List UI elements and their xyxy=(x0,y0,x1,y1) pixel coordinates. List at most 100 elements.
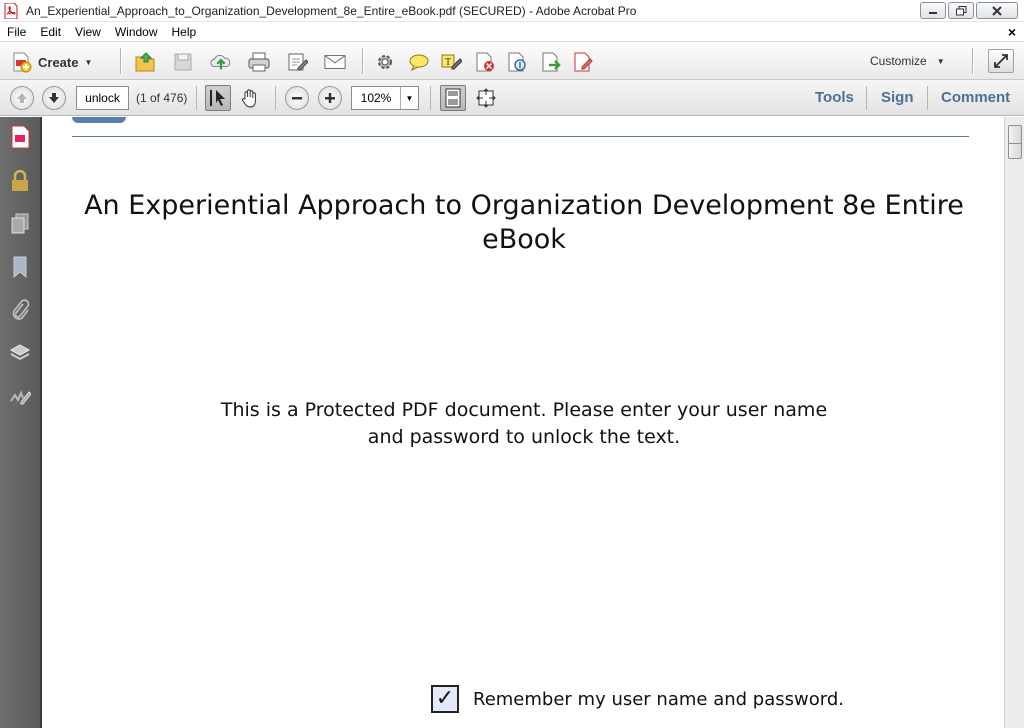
export-button[interactable] xyxy=(540,51,562,73)
protection-message-line-2: and password to unlock the text. xyxy=(367,426,681,448)
sign-icon xyxy=(574,52,593,72)
next-page-button[interactable] xyxy=(42,86,66,110)
save-icon xyxy=(174,53,192,71)
menu-window[interactable]: Window xyxy=(108,25,165,39)
settings-icon xyxy=(378,55,392,69)
export-icon xyxy=(542,52,561,72)
main-toolbar: Create ▼ T Customize ▼ xyxy=(0,42,1024,80)
highlight-icon: T xyxy=(441,54,462,70)
delete-icon xyxy=(476,52,494,72)
fit-width-button[interactable] xyxy=(473,85,499,111)
attach-button[interactable] xyxy=(506,51,528,73)
edit-button[interactable] xyxy=(286,51,308,73)
pdf-portfolio-button[interactable] xyxy=(8,125,32,149)
highlight-button[interactable]: T xyxy=(440,51,462,73)
security-button[interactable] xyxy=(8,169,32,193)
customize-label: Customize xyxy=(870,54,927,68)
menu-help[interactable]: Help xyxy=(165,25,204,39)
attach-icon xyxy=(508,52,526,72)
fullscreen-button[interactable] xyxy=(988,49,1014,73)
create-label: Create xyxy=(38,54,79,70)
cloud-upload-icon xyxy=(210,54,231,70)
print-icon xyxy=(248,52,270,72)
fit-page-icon xyxy=(445,88,461,108)
tools-pane-link[interactable]: Tools xyxy=(815,89,854,106)
close-document-icon[interactable]: × xyxy=(1008,24,1016,40)
remember-checkbox[interactable]: ✓ xyxy=(431,685,459,713)
hand-icon xyxy=(241,89,256,108)
document-page: An Experiential Approach to Organization… xyxy=(44,117,1004,728)
edit-icon xyxy=(288,53,308,71)
protection-message: This is a Protected PDF document. Please… xyxy=(44,397,1004,451)
zoom-select[interactable]: 102% ▼ xyxy=(351,86,419,110)
header-divider xyxy=(72,136,969,137)
pdf-portfolio-icon xyxy=(11,125,30,149)
window-title: An_Experiential_Approach_to_Organization… xyxy=(26,4,637,18)
delete-pages-button[interactable] xyxy=(474,51,496,73)
check-icon: ✓ xyxy=(435,686,455,711)
menu-edit[interactable]: Edit xyxy=(33,25,68,39)
zoom-value: 102% xyxy=(360,91,392,105)
expand-icon xyxy=(994,54,1008,68)
protection-message-line-1: This is a Protected PDF document. Please… xyxy=(220,399,828,421)
page-number-input[interactable]: unlock xyxy=(76,86,129,110)
navigation-toolbar: unlock (1 of 476) 102% ▼ Tools Sign Comm… xyxy=(0,80,1024,116)
paperclip-icon xyxy=(12,299,30,320)
settings-button[interactable] xyxy=(374,51,396,73)
cursor-icon xyxy=(210,90,225,106)
document-title: An Experiential Approach to Organization… xyxy=(84,190,964,255)
restore-button[interactable] xyxy=(948,2,974,19)
layers-icon xyxy=(9,344,31,361)
arrow-up-icon xyxy=(17,93,27,103)
minimize-button[interactable] xyxy=(920,2,946,19)
zoom-out-button[interactable] xyxy=(285,86,309,110)
fit-page-button[interactable] xyxy=(440,85,466,111)
close-window-button[interactable] xyxy=(976,2,1018,19)
plus-icon xyxy=(325,93,335,103)
select-tool-button[interactable] xyxy=(205,85,231,111)
chevron-down-icon: ▼ xyxy=(936,56,945,66)
layers-button[interactable] xyxy=(8,341,32,365)
menu-bar: File Edit View Window Help × xyxy=(0,22,1024,42)
close-icon xyxy=(992,5,1002,16)
open-icon xyxy=(135,52,155,72)
sign-pane-link[interactable]: Sign xyxy=(881,89,914,106)
lock-icon xyxy=(12,170,28,191)
zoom-in-button[interactable] xyxy=(318,86,342,110)
print-button[interactable] xyxy=(248,51,270,73)
comment-icon xyxy=(409,54,429,72)
minus-icon xyxy=(292,97,302,100)
customize-menu[interactable]: Customize ▼ xyxy=(870,54,945,68)
navigation-pane xyxy=(0,117,42,728)
email-button[interactable] xyxy=(324,51,346,73)
bookmarks-button[interactable] xyxy=(8,255,32,279)
email-icon xyxy=(324,55,346,69)
page-thumbnails-button[interactable] xyxy=(8,212,32,236)
vertical-scrollbar[interactable] xyxy=(1004,117,1024,728)
comment-pane-link[interactable]: Comment xyxy=(941,89,1010,106)
sign-tool-button[interactable] xyxy=(572,51,594,73)
menu-view[interactable]: View xyxy=(68,25,108,39)
previous-page-button[interactable] xyxy=(10,86,34,110)
signature-icon xyxy=(10,390,31,405)
menu-file[interactable]: File xyxy=(0,25,33,39)
page-count: (1 of 476) xyxy=(136,91,188,105)
create-button[interactable]: Create ▼ xyxy=(10,51,92,73)
open-button[interactable] xyxy=(134,51,156,73)
comment-button[interactable] xyxy=(408,51,430,73)
pages-icon xyxy=(11,213,29,234)
attachments-button[interactable] xyxy=(8,298,32,322)
minimize-icon xyxy=(929,11,937,14)
restore-icon xyxy=(955,5,966,15)
header-logo xyxy=(72,117,126,123)
acrobat-pdf-icon xyxy=(4,2,18,20)
chevron-down-icon: ▼ xyxy=(400,87,418,109)
signatures-button[interactable] xyxy=(8,384,32,408)
cloud-upload-button[interactable] xyxy=(210,51,232,73)
arrow-down-icon xyxy=(49,93,59,103)
bookmark-icon xyxy=(13,256,27,278)
scrollbar-grip[interactable] xyxy=(1008,143,1022,159)
save-button[interactable] xyxy=(172,51,194,73)
hand-tool-button[interactable] xyxy=(237,85,263,111)
remember-credentials-option[interactable]: ✓ Remember my user name and password. xyxy=(431,685,844,713)
